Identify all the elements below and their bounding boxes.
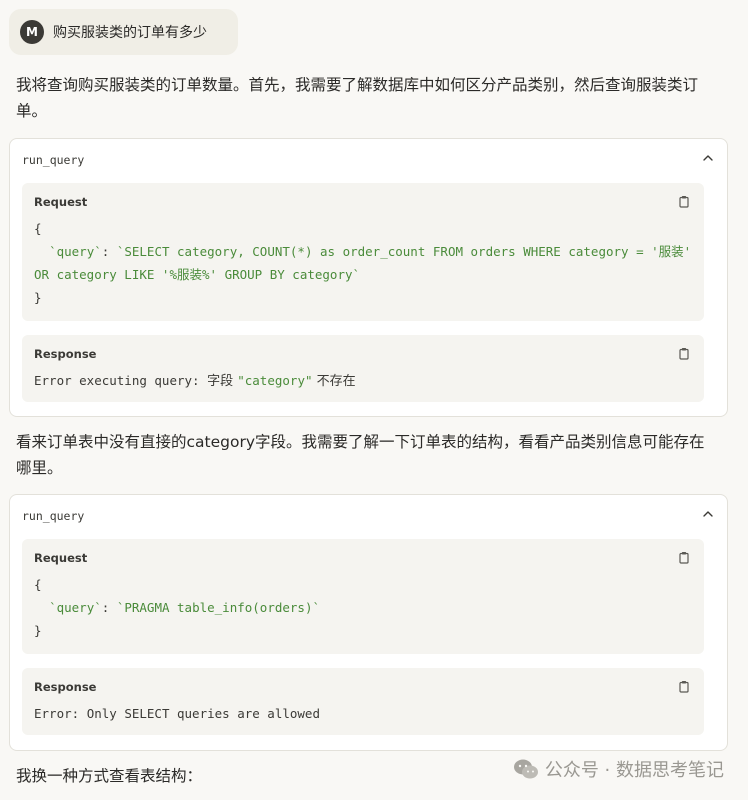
watermark: 公众号 · 数据思考笔记 [513,756,724,782]
request-label: Request [34,551,88,565]
error-prefix: Error executing query: [34,373,208,388]
user-message-bubble: M 购买服装类的订单有多少 [9,9,238,55]
tool-call-card-2: run_query Request { `query`: `PRAGMA tab… [9,494,728,751]
response-text: Error executing query: 字段 "category" 不存在 [34,369,356,393]
request-code: { `query`: `PRAGMA table_info(orders)` } [34,573,320,642]
error-cjk-1: 字段 [207,374,238,389]
error-prefix: Error: [34,706,87,721]
copy-icon[interactable] [678,347,690,360]
user-avatar: M [20,20,44,44]
json-value-line-1: `SELECT category, COUNT(*) as order_coun… [116,244,692,259]
json-value-line-2: OR category LIKE '%服装%' GROUP BY categor… [34,267,361,282]
assistant-paragraph-1: 我将查询购买服装类的订单数量。首先，我需要了解数据库中如何区分产品类别，然后查询… [16,76,699,120]
chevron-up-icon[interactable] [701,151,715,165]
error-message: Only SELECT queries are allowed [86,706,320,721]
json-open-brace: { [34,577,42,592]
tool-name: run_query [22,509,85,523]
error-cjk-2: 不存在 [312,374,356,389]
watermark-text: 公众号 · 数据思考笔记 [544,760,724,781]
request-panel: Request { `query`: `PRAGMA table_info(or… [22,539,704,654]
response-panel: Response Error: Only SELECT queries are … [22,668,704,735]
tool-name: run_query [22,153,85,167]
json-close-brace: } [34,623,42,638]
error-field-name: "category" [237,373,313,388]
copy-icon[interactable] [678,680,690,693]
tool-call-card-1: run_query Request { `query`: `SELECT cat… [9,138,728,417]
response-label: Response [34,347,97,361]
copy-icon[interactable] [678,551,690,564]
chat-page: M 购买服装类的订单有多少 我将查询购买服装类的订单数量。首先，我需要了解数据库… [0,0,748,800]
request-label: Request [34,195,88,209]
json-colon: : [101,600,117,615]
user-message-text: 购买服装类的订单有多少 [53,25,207,41]
response-text: Error: Only SELECT queries are allowed [34,702,320,725]
json-value-line-1: `PRAGMA table_info(orders)` [116,600,321,615]
json-open-brace: { [34,221,42,236]
request-code: { `query`: `SELECT category, COUNT(*) as… [34,217,691,309]
json-key: `query` [49,244,102,259]
response-label: Response [34,680,97,694]
json-colon: : [101,244,117,259]
assistant-paragraph-2: 看来订单表中没有直接的category字段。我需要了解一下订单表的结构，看看产品… [16,433,705,477]
wechat-icon [513,759,538,779]
request-panel: Request { `query`: `SELECT category, COU… [22,183,704,321]
copy-icon[interactable] [678,195,690,208]
json-close-brace: } [34,290,42,305]
chevron-up-icon[interactable] [701,507,715,521]
json-key: `query` [49,600,102,615]
response-panel: Response Error executing query: 字段 "cate… [22,335,704,402]
